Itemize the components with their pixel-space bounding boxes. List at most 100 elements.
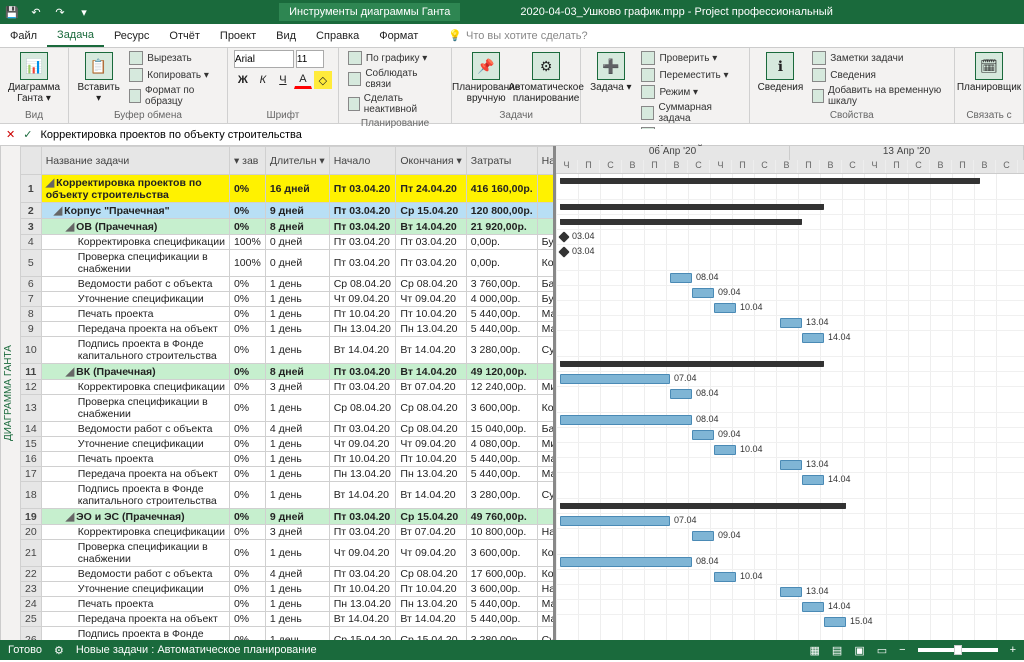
cancel-icon[interactable]: ✕ — [6, 128, 15, 141]
row-number[interactable]: 26 — [21, 627, 42, 641]
gantt-row[interactable]: 08.04 — [556, 555, 1024, 570]
resource-cell[interactable]: Коруина О.Г. — [537, 395, 556, 422]
column-header[interactable]: Начало — [329, 147, 396, 175]
task-name-cell[interactable]: Передача проекта на объект — [41, 612, 229, 627]
cost-cell[interactable]: 3 280,00р. — [466, 337, 537, 364]
resource-cell[interactable]: Балуев А. — [537, 422, 556, 437]
duration-cell[interactable]: 9 дней — [265, 203, 329, 219]
task-name-cell[interactable]: Корректировка спецификации — [41, 235, 229, 250]
cost-cell[interactable]: 0,00р. — [466, 250, 537, 277]
table-row[interactable]: 20Корректировка спецификации0%3 днейПт 0… — [21, 525, 557, 540]
task-name-cell[interactable]: Ведомости работ с объекта — [41, 422, 229, 437]
table-row[interactable]: 12Корректировка спецификации0%3 днейПт 0… — [21, 380, 557, 395]
resource-cell[interactable]: Сурдеев Д. — [537, 627, 556, 641]
start-cell[interactable]: Пн 13.04.20 — [329, 322, 396, 337]
menu-Проект[interactable]: Проект — [210, 26, 266, 46]
ribbon-btn[interactable]: 🗓Планировщик — [961, 50, 1017, 95]
end-cell[interactable]: Пт 24.04.20 — [396, 175, 466, 203]
cost-cell[interactable]: 3 280,00р. — [466, 627, 537, 641]
end-cell[interactable]: Пт 10.04.20 — [396, 452, 466, 467]
resource-cell[interactable]: Сурдеев Д. — [537, 337, 556, 364]
pct-cell[interactable]: 0% — [229, 467, 265, 482]
row-number[interactable]: 19 — [21, 509, 42, 525]
start-cell[interactable]: Ср 08.04.20 — [329, 277, 396, 292]
cost-cell[interactable]: 12 240,00р. — [466, 380, 537, 395]
cost-cell[interactable]: 5 440,00р. — [466, 467, 537, 482]
menu-Формат[interactable]: Формат — [369, 26, 428, 46]
end-cell[interactable]: Вт 14.04.20 — [396, 337, 466, 364]
end-cell[interactable]: Вт 14.04.20 — [396, 219, 466, 235]
duration-cell[interactable]: 1 день — [265, 322, 329, 337]
zoom-in-icon[interactable]: + — [1010, 644, 1016, 656]
gantt-bar[interactable] — [692, 430, 714, 440]
row-number[interactable]: 11 — [21, 364, 42, 380]
end-cell[interactable]: Чт 09.04.20 — [396, 540, 466, 567]
gantt-bar[interactable] — [560, 503, 846, 509]
gantt-row[interactable]: 03.04 — [556, 245, 1024, 271]
row-number[interactable]: 3 — [21, 219, 42, 235]
pct-cell[interactable]: 0% — [229, 292, 265, 307]
task-name-cell[interactable]: Проверка спецификации в снабжении — [41, 540, 229, 567]
task-name-cell[interactable]: Передача проекта на объект — [41, 322, 229, 337]
end-cell[interactable]: Пт 10.04.20 — [396, 582, 466, 597]
ribbon-small-btn[interactable]: Заметки задачи — [809, 50, 948, 66]
gantt-row[interactable]: 09.04 — [556, 428, 1024, 443]
cost-cell[interactable]: 120 800,00р. — [466, 203, 537, 219]
row-number[interactable]: 16 — [21, 452, 42, 467]
duration-cell[interactable]: 1 день — [265, 437, 329, 452]
task-name-cell[interactable]: Проверка спецификации в снабжении — [41, 250, 229, 277]
cost-cell[interactable]: 3 280,00р. — [466, 482, 537, 509]
task-name-cell[interactable]: Ведомости работ с объекта — [41, 567, 229, 582]
ribbon-btn[interactable]: ➕Задача ▾ — [587, 50, 634, 95]
gantt-bar[interactable] — [692, 531, 714, 541]
resource-cell[interactable]: Мальцев А.С. — [537, 307, 556, 322]
ribbon-small-btn[interactable]: Проверить ▾ — [638, 50, 742, 66]
duration-cell[interactable]: 1 день — [265, 540, 329, 567]
table-row[interactable]: 7Уточнение спецификации0%1 деньЧт 09.04.… — [21, 292, 557, 307]
ribbon-small-btn[interactable]: Переместить ▾ — [638, 67, 742, 83]
undo-icon[interactable]: ↶ — [28, 4, 44, 20]
duration-cell[interactable]: 1 день — [265, 482, 329, 509]
view-shortcut-icon[interactable]: ▦ — [810, 644, 820, 657]
start-cell[interactable]: Вт 14.04.20 — [329, 612, 396, 627]
gantt-row[interactable]: 09.04 — [556, 286, 1024, 301]
task-table[interactable]: Название задачи▾ завДлительн ▾НачалоОкон… — [20, 146, 556, 640]
end-cell[interactable]: Чт 09.04.20 — [396, 292, 466, 307]
bold-button[interactable]: Ж — [234, 71, 252, 89]
column-header[interactable]: ▾ зав — [229, 147, 265, 175]
duration-cell[interactable]: 9 дней — [265, 509, 329, 525]
duration-cell[interactable]: 8 дней — [265, 219, 329, 235]
duration-cell[interactable]: 1 день — [265, 627, 329, 641]
pct-cell[interactable]: 0% — [229, 482, 265, 509]
table-row[interactable]: 16Печать проекта0%1 деньПт 10.04.20Пт 10… — [21, 452, 557, 467]
start-cell[interactable]: Пт 03.04.20 — [329, 380, 396, 395]
start-cell[interactable]: Пн 13.04.20 — [329, 597, 396, 612]
font-size-select[interactable] — [296, 50, 324, 68]
start-cell[interactable]: Пн 13.04.20 — [329, 467, 396, 482]
gantt-bar[interactable] — [670, 273, 692, 283]
gantt-row[interactable]: 14.04 — [556, 331, 1024, 357]
accept-icon[interactable]: ✓ — [23, 128, 32, 141]
row-number[interactable]: 5 — [21, 250, 42, 277]
cost-cell[interactable]: 416 160,00р. — [466, 175, 537, 203]
ribbon-btn[interactable]: 📌Планирование вручную — [458, 50, 514, 106]
pct-cell[interactable]: 0% — [229, 364, 265, 380]
resource-cell[interactable]: Буркина К.Г. — [537, 235, 556, 250]
task-name-cell[interactable]: Передача проекта на объект — [41, 467, 229, 482]
start-cell[interactable]: Пт 03.04.20 — [329, 175, 396, 203]
gantt-row[interactable]: 09.04 — [556, 529, 1024, 555]
save-icon[interactable]: 💾 — [4, 4, 20, 20]
resource-cell[interactable]: Мальцев А.С. — [537, 467, 556, 482]
cost-cell[interactable]: 21 920,00р. — [466, 219, 537, 235]
row-number[interactable]: 17 — [21, 467, 42, 482]
gantt-chart[interactable]: 06 Апр '2013 Апр '20ЧПСВПВСЧПСВПВСЧПСВПВ… — [556, 146, 1024, 640]
menu-Задача[interactable]: Задача — [47, 25, 104, 47]
table-row[interactable]: 4Корректировка спецификации100%0 днейПт … — [21, 235, 557, 250]
gantt-bar[interactable] — [670, 389, 692, 399]
table-row[interactable]: 11◢ВК (Прачечная)0%8 днейПт 03.04.20Вт 1… — [21, 364, 557, 380]
table-row[interactable]: 19◢ЭО и ЭС (Прачечная)0%9 днейПт 03.04.2… — [21, 509, 557, 525]
start-cell[interactable]: Пт 03.04.20 — [329, 250, 396, 277]
gantt-bar[interactable] — [558, 231, 569, 242]
gantt-bar[interactable] — [560, 516, 670, 526]
ribbon-small-btn[interactable]: Режим ▾ — [638, 84, 742, 100]
